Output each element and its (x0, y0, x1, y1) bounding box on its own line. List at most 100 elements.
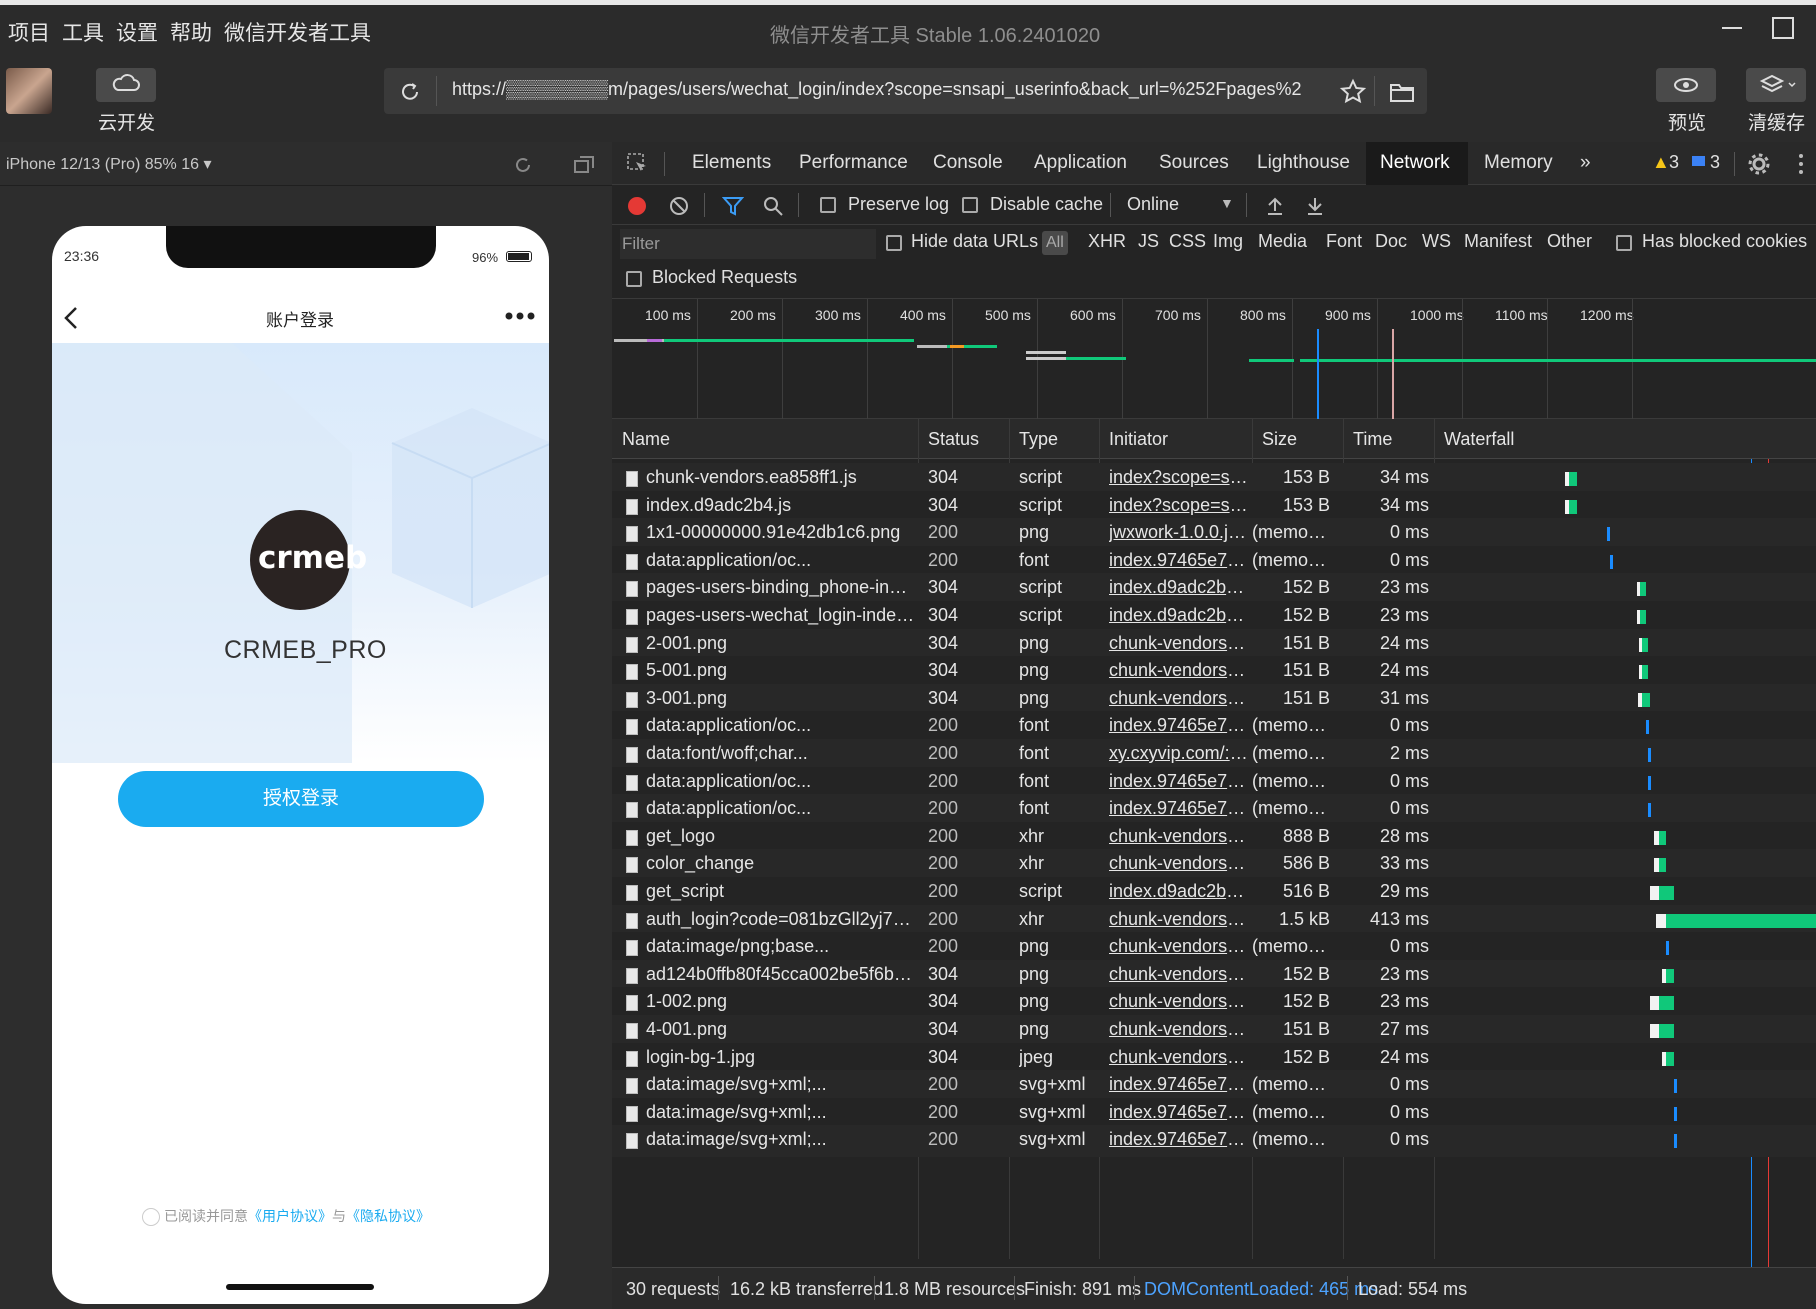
type-filter-media[interactable]: Media (1258, 231, 1307, 252)
upload-icon[interactable] (1264, 195, 1286, 217)
menu-tools[interactable]: 工具 (62, 17, 104, 47)
popout-icon[interactable] (572, 154, 596, 176)
col-initiator[interactable]: Initiator (1109, 429, 1168, 450)
blocked-requests-checkbox[interactable] (626, 271, 642, 287)
menu-project[interactable]: 项目 (8, 17, 50, 47)
agreement-and: 与 (332, 1208, 346, 1224)
tab-lighthouse[interactable]: Lighthouse (1257, 152, 1350, 174)
gear-icon[interactable] (1746, 151, 1772, 177)
cell-initiator[interactable]: chunk-vendors.ea... (1109, 964, 1249, 985)
cell-initiator[interactable]: chunk-vendors.ea... (1109, 853, 1249, 874)
has-blocked-cookies-checkbox[interactable] (1616, 235, 1632, 251)
tab-console[interactable]: Console (933, 152, 1003, 174)
maximize-icon[interactable] (1772, 17, 1794, 39)
auth-login-button[interactable]: 授权登录 (118, 771, 484, 827)
type-filter-manifest[interactable]: Manifest (1464, 231, 1532, 252)
col-waterfall[interactable]: Waterfall (1444, 429, 1514, 450)
refresh-icon[interactable] (398, 80, 422, 104)
type-filter-ws[interactable]: WS (1422, 231, 1451, 252)
tab-elements[interactable]: Elements (692, 152, 771, 174)
warning-icon[interactable]: ▲ (1652, 152, 1670, 173)
message-icon[interactable] (1692, 156, 1705, 166)
hide-data-urls-label: Hide data URLs (911, 231, 1039, 251)
cloud-button[interactable] (96, 68, 156, 102)
cell-initiator[interactable]: chunk-vendors.ea... (1109, 909, 1249, 930)
cell-initiator[interactable]: chunk-vendors.ea... (1109, 660, 1249, 681)
cell-initiator[interactable]: chunk-vendors.ea... (1109, 633, 1249, 654)
col-size[interactable]: Size (1262, 429, 1297, 450)
record-button[interactable] (628, 197, 646, 215)
inspect-icon[interactable] (626, 152, 650, 176)
device-select[interactable]: iPhone 12/13 (Pro) 85% 16 ▾ (6, 154, 212, 174)
menu-help[interactable]: 帮助 (170, 17, 212, 47)
type-filter-xhr[interactable]: XHR (1088, 231, 1126, 252)
col-time[interactable]: Time (1353, 429, 1392, 450)
cell-initiator[interactable]: chunk-vendors.ea... (1109, 936, 1249, 957)
cell-initiator[interactable]: xy.cxyvip.com/:-Inf... (1109, 743, 1249, 764)
type-filter-font[interactable]: Font (1326, 231, 1362, 252)
url-bar[interactable]: https://▒▒▒▒▒▒▒▒m/pages/users/wechat_log… (384, 68, 1427, 114)
privacy-agreement-link[interactable]: 《隐私协议》 (346, 1208, 430, 1224)
cell-initiator[interactable]: index?scope=snsa... (1109, 495, 1249, 516)
preserve-log-checkbox[interactable] (820, 197, 836, 213)
cell-initiator[interactable]: chunk-vendors.ea... (1109, 688, 1249, 709)
cell-time: 27 ms (1379, 1019, 1429, 1039)
avatar[interactable] (6, 68, 52, 114)
tab-sources[interactable]: Sources (1159, 152, 1229, 174)
throttle-select[interactable]: Online (1127, 194, 1179, 215)
cell-initiator[interactable]: chunk-vendors.ea... (1109, 1047, 1249, 1068)
cell-initiator[interactable]: index?scope=snsa... (1109, 467, 1249, 488)
tab-network[interactable]: Network (1366, 142, 1468, 185)
cell-initiator[interactable]: index.d9adc2b4.js:1 (1109, 881, 1249, 902)
col-type[interactable]: Type (1019, 429, 1058, 450)
cell-initiator[interactable]: index.97465e7b.css (1109, 550, 1249, 571)
minimize-icon[interactable] (1722, 27, 1742, 29)
cell-initiator[interactable]: index.97465e7b.css (1109, 798, 1249, 819)
type-filter-other[interactable]: Other (1547, 231, 1592, 252)
cell-initiator[interactable]: index.97465e7b.css (1109, 715, 1249, 736)
agree-radio[interactable] (142, 1208, 160, 1227)
filter-icon[interactable] (722, 195, 744, 217)
cell-initiator[interactable]: chunk-vendors.ea... (1109, 1019, 1249, 1040)
kebab-icon[interactable] (1796, 152, 1806, 176)
tab-performance[interactable]: Performance (799, 152, 908, 174)
throttle-dropdown-icon[interactable]: ▼ (1220, 195, 1234, 211)
tab-application[interactable]: Application (1034, 152, 1127, 174)
type-filter-img[interactable]: Img (1213, 231, 1243, 252)
cell-initiator[interactable]: index.97465e7b.css (1109, 1074, 1249, 1095)
cell-initiator[interactable]: index.97465e7b.css (1109, 771, 1249, 792)
table-row[interactable]: data:image/svg+xml;... 200 svg+xml index.97… (612, 1125, 1816, 1158)
cell-initiator[interactable]: index.97465e7b.css (1109, 1129, 1249, 1150)
more-tabs-icon[interactable]: » (1580, 152, 1591, 174)
disable-cache-checkbox[interactable] (962, 197, 978, 213)
back-icon[interactable] (60, 304, 84, 332)
type-filter-all[interactable]: All (1042, 231, 1068, 255)
cell-initiator[interactable]: index.d9adc2b4.js:1 (1109, 605, 1249, 626)
cell-initiator[interactable]: chunk-vendors.ea... (1109, 826, 1249, 847)
cell-initiator[interactable]: index.97465e7b.css (1109, 1102, 1249, 1123)
menu-devtools[interactable]: 微信开发者工具 (224, 17, 371, 47)
preview-button[interactable] (1656, 68, 1716, 102)
type-filter-doc[interactable]: Doc (1375, 231, 1407, 252)
url-text[interactable]: https://▒▒▒▒▒▒▒▒m/pages/users/wechat_log… (452, 79, 1302, 100)
cell-initiator[interactable]: index.d9adc2b4.js:1 (1109, 577, 1249, 598)
folder-icon[interactable] (1388, 80, 1416, 104)
cell-initiator[interactable]: chunk-vendors.ea... (1109, 991, 1249, 1012)
menu-settings[interactable]: 设置 (116, 17, 158, 47)
cell-initiator[interactable]: jwxwork-1.0.0.js:1 (1109, 522, 1249, 543)
user-agreement-link[interactable]: 《用户协议》 (248, 1208, 332, 1224)
hide-data-urls-checkbox[interactable] (886, 235, 902, 251)
col-name[interactable]: Name (622, 429, 670, 450)
filter-input[interactable]: Filter (620, 229, 876, 259)
col-status[interactable]: Status (928, 429, 979, 450)
download-icon[interactable] (1304, 195, 1326, 217)
star-icon[interactable] (1339, 78, 1367, 106)
rotate-icon[interactable] (512, 154, 534, 176)
type-filter-css[interactable]: CSS (1169, 231, 1206, 252)
tab-memory[interactable]: Memory (1484, 152, 1553, 174)
clear-icon[interactable] (668, 195, 690, 217)
more-icon[interactable] (504, 310, 538, 322)
clear-cache-button[interactable] (1746, 68, 1806, 102)
search-icon[interactable] (762, 195, 784, 217)
type-filter-js[interactable]: JS (1138, 231, 1159, 252)
